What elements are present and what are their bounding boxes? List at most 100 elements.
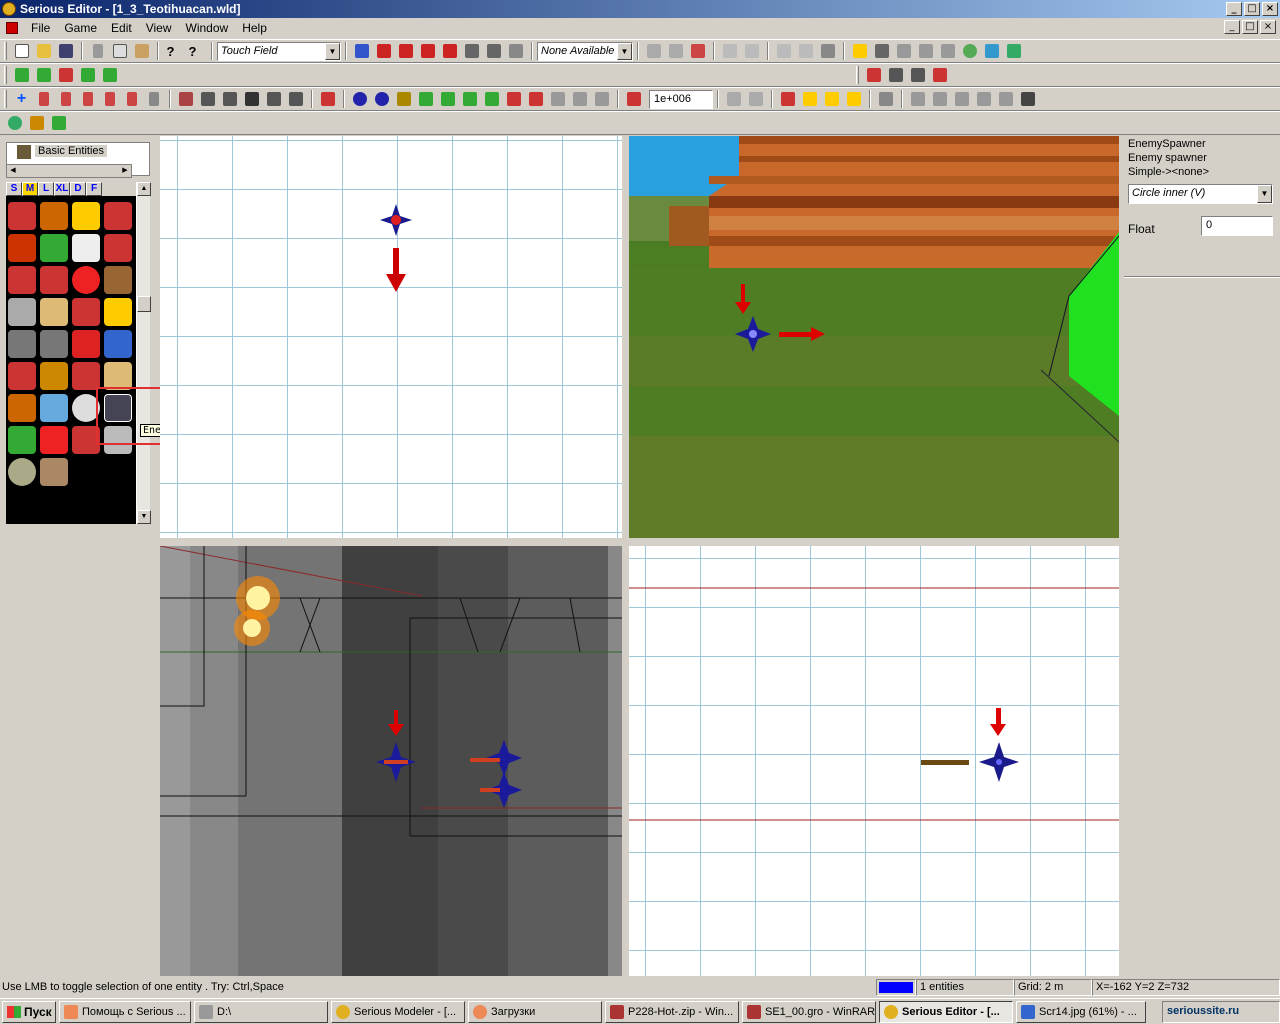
window-5-icon[interactable] — [995, 89, 1016, 110]
measure-icon[interactable] — [623, 89, 644, 110]
entity-thumb-icon[interactable] — [8, 394, 36, 422]
window-6-icon[interactable] — [1017, 89, 1038, 110]
heart-icon[interactable] — [72, 266, 100, 294]
viewport-top[interactable] — [160, 136, 623, 538]
viewport-splitter-v[interactable] — [622, 136, 629, 976]
tab-xl[interactable]: XL — [54, 182, 70, 196]
entity-thumb-icon[interactable] — [104, 202, 132, 230]
camera-icon[interactable] — [241, 89, 262, 110]
primitive-8-icon[interactable] — [817, 41, 838, 62]
task-downloads[interactable]: Загрузки — [468, 1000, 602, 1023]
menu-view[interactable]: View — [139, 21, 179, 35]
entity-thumb-icon[interactable] — [104, 362, 132, 390]
tree-item-basic-entities[interactable]: Basic Entities — [35, 145, 108, 157]
align-2-icon[interactable] — [745, 89, 766, 110]
entity-thumb-icon[interactable] — [72, 362, 100, 390]
align-1-icon[interactable] — [723, 89, 744, 110]
window-1-icon[interactable] — [907, 89, 928, 110]
arrow-up-icon[interactable]: ▲ — [137, 182, 151, 196]
entity-thumb-icon[interactable] — [40, 330, 68, 358]
start-button[interactable]: Пуск — [2, 1000, 56, 1023]
target-icon[interactable] — [959, 41, 980, 62]
entity-5-icon[interactable] — [121, 89, 142, 110]
context-help-icon[interactable]: ? — [185, 41, 206, 62]
new-icon[interactable] — [11, 41, 32, 62]
spawner-6-icon[interactable] — [459, 89, 480, 110]
entity-thumb-icon[interactable] — [40, 394, 68, 422]
entity-thumb-icon[interactable] — [8, 234, 36, 262]
property-dropdown[interactable]: Circle inner (V) ▼ — [1128, 184, 1273, 204]
primitive-5-icon[interactable] — [741, 41, 762, 62]
primitive-3-icon[interactable] — [687, 41, 708, 62]
entity-thumb-icon[interactable] — [104, 234, 132, 262]
entity-thumb-icon[interactable] — [8, 426, 36, 454]
tree-hscrollbar[interactable]: ◀ ▶ — [6, 164, 132, 178]
save-icon[interactable] — [55, 41, 76, 62]
primitive-6-icon[interactable] — [773, 41, 794, 62]
mdi-restore-button[interactable]: □ — [1242, 20, 1258, 34]
entity-thumb-icon[interactable] — [8, 266, 36, 294]
menu-file[interactable]: File — [24, 21, 57, 35]
entity-thumb-icon[interactable] — [40, 426, 68, 454]
paste-icon[interactable] — [131, 41, 152, 62]
entity-6-icon[interactable] — [143, 89, 164, 110]
task-winrar-zip[interactable]: P228-Hot-.zip - Win... — [605, 1000, 739, 1023]
select-all-icon[interactable] — [915, 41, 936, 62]
primitive-7-icon[interactable] — [795, 41, 816, 62]
value-field[interactable]: 1e+006 — [649, 89, 713, 109]
chevron-down-icon[interactable]: ▼ — [617, 42, 632, 60]
light-2-icon[interactable] — [799, 89, 820, 110]
spawner-7-icon[interactable] — [481, 89, 502, 110]
key-icon[interactable] — [104, 298, 132, 326]
layer-1-icon[interactable] — [11, 65, 32, 86]
entity-thumb-icon[interactable] — [40, 362, 68, 390]
entity-thumb-icon[interactable] — [104, 330, 132, 358]
spawner-2-icon[interactable] — [371, 89, 392, 110]
tool-1-icon[interactable] — [175, 89, 196, 110]
csg-room-icon[interactable] — [439, 41, 460, 62]
viewport-splitter-h[interactable] — [158, 538, 1120, 546]
layer-5-icon[interactable] — [99, 65, 120, 86]
cross-tool-icon[interactable] — [875, 89, 896, 110]
entity-thumb-icon[interactable] — [40, 458, 68, 486]
entity-1-icon[interactable] — [33, 89, 54, 110]
menu-help[interactable]: Help — [235, 21, 274, 35]
objects-icon[interactable] — [26, 113, 47, 134]
arrow-left-icon[interactable]: ◀ — [7, 165, 19, 177]
entity-2-icon[interactable] — [55, 89, 76, 110]
spawner-8-icon[interactable] — [503, 89, 524, 110]
task-help[interactable]: Помощь с Serious ... — [59, 1000, 191, 1023]
move-icon[interactable]: + — [11, 89, 32, 110]
tool-2-icon[interactable] — [197, 89, 218, 110]
menu-window[interactable]: Window — [179, 21, 236, 35]
entity-3-icon[interactable] — [77, 89, 98, 110]
palette-scrollbar[interactable]: ▲ ▼ — [136, 182, 151, 524]
tab-s[interactable]: S — [6, 182, 22, 196]
snap-icon[interactable] — [849, 41, 870, 62]
window-4-icon[interactable] — [973, 89, 994, 110]
open-icon[interactable] — [33, 41, 54, 62]
layer-4-icon[interactable] — [77, 65, 98, 86]
mip-1-icon[interactable] — [863, 65, 884, 86]
scroll-thumb[interactable] — [137, 296, 151, 312]
primitive-4-icon[interactable] — [719, 41, 740, 62]
close-button[interactable]: × — [1262, 2, 1278, 16]
entity-thumb-icon[interactable] — [72, 202, 100, 230]
entity-thumb-icon[interactable] — [8, 298, 36, 326]
entity-thumb-icon[interactable] — [8, 362, 36, 390]
tool-5-icon[interactable] — [263, 89, 284, 110]
light-3-icon[interactable] — [821, 89, 842, 110]
cut-icon[interactable] — [87, 41, 108, 62]
entity-thumb-icon[interactable] — [72, 234, 100, 262]
task-modeler[interactable]: Serious Modeler - [... — [331, 1000, 465, 1023]
entity-thumb-icon[interactable] — [72, 298, 100, 326]
spawner-1-icon[interactable] — [349, 89, 370, 110]
entity-thumb-icon[interactable] — [8, 202, 36, 230]
minimize-button[interactable]: _ — [1226, 2, 1242, 16]
entity-thumb-icon[interactable] — [40, 234, 68, 262]
select-icon[interactable] — [893, 41, 914, 62]
chevron-down-icon[interactable]: ▼ — [325, 42, 340, 60]
window-3-icon[interactable] — [951, 89, 972, 110]
copy-icon[interactable] — [109, 41, 130, 62]
viewport-front[interactable] — [160, 546, 622, 976]
